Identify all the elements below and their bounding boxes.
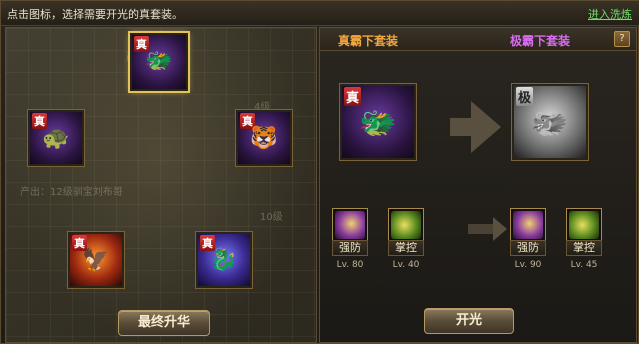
beast-suit-dragon[interactable]: 真 🐉 [195,231,253,289]
skill-strong-defense-icon[interactable] [332,208,368,242]
help-button[interactable]: ? [614,31,630,47]
target-suit-name: 极霸下套装 [510,34,571,48]
enlightenment-panel: 真霸下套装 极霸下套装 ? 真 🐲 极 🐲 强防 Lv. 80 掌控 Lv. 4… [319,27,637,343]
beast-suit-turtle[interactable]: 真 🐢 [27,109,85,167]
enter-refine-link[interactable]: 进入洗炼 [588,6,632,22]
current-suit-name: 真霸下套装 [338,34,399,48]
instruction-text: 点击图标，选择需要开光的真套装。 [7,8,183,21]
map-label: 10级 [260,212,283,223]
beast-suit-tiger[interactable]: 真 🐯 [235,109,293,167]
beast-suit-bashia[interactable]: 真 🐲 [128,31,190,93]
suit-enlightenment-window: 点击图标，选择需要开光的真套装。 进入洗炼 产出 产出：12级驯宝刘布哥 4级 … [0,0,639,344]
skill-label: 强防 [332,240,368,256]
ultimate-badge: 极 [516,87,534,106]
dragon-turtle-icon: 🐲 [531,106,569,141]
upgrade-arrow-stem [450,118,472,136]
skill-level: Lv. 90 [514,260,542,270]
beast-suit-phoenix[interactable]: 真 🦅 [67,231,125,289]
skill-level: Lv. 45 [570,260,598,270]
dragon-turtle-icon: 🐲 [145,49,173,74]
skill-level: Lv. 80 [336,260,364,270]
dragon-icon: 🐉 [210,248,238,273]
upgrade-arrow-icon [471,101,501,153]
skill-control-icon[interactable] [566,208,602,242]
phoenix-icon: 🦅 [82,248,110,273]
dragon-turtle-icon: 🐲 [359,106,397,141]
tiger-icon: 🐯 [250,126,278,151]
skill-label: 掌控 [388,240,424,256]
true-badge: 真 [344,87,362,106]
current-suit-icon: 真 🐲 [339,83,417,161]
enlighten-button[interactable]: 开光 [424,308,514,334]
skill-level: Lv. 40 [392,260,420,270]
skill-label: 掌控 [566,240,602,256]
top-bar: 点击图标，选择需要开光的真套装。 进入洗炼 [1,1,639,26]
final-sublimation-button[interactable]: 最终升华 [118,310,210,336]
turtle-icon: 🐢 [42,126,70,151]
skill-control-icon[interactable] [388,208,424,242]
skill-strong-defense-icon[interactable] [510,208,546,242]
skill-label: 强防 [510,240,546,256]
skill-arrow-stem [468,224,494,234]
target-suit-icon: 极 🐲 [511,83,589,161]
skill-arrow-icon [493,217,507,241]
map-label: 产出：12级驯宝刘布哥 [20,187,123,198]
suit-header: 真霸下套装 极霸下套装 ? [320,28,636,51]
suit-selection-panel: 产出 产出：12级驯宝刘布哥 4级 10级 真 🐲 真 🐢 真 🐯 真 🦅 真 … [5,27,317,343]
